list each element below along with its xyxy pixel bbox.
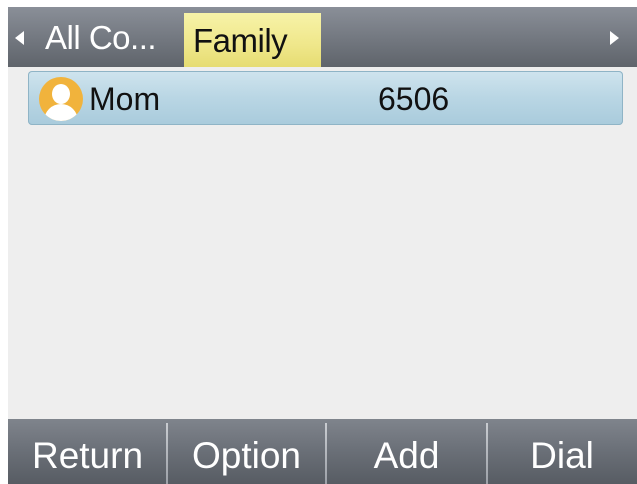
phone-screen: All Co... Family Mom 6506 Return Option … — [0, 0, 637, 484]
arrow-right-icon[interactable] — [610, 31, 619, 45]
add-button[interactable]: Add — [326, 419, 487, 484]
tab-family[interactable]: Family — [184, 13, 321, 67]
person-avatar-icon — [39, 77, 83, 121]
avatar-body-shape — [44, 104, 78, 121]
avatar-head-shape — [52, 84, 70, 104]
contact-name: Mom — [89, 81, 161, 117]
arrow-left-icon[interactable] — [15, 31, 24, 45]
return-button[interactable]: Return — [8, 419, 167, 484]
dial-button[interactable]: Dial — [487, 419, 637, 484]
option-button[interactable]: Option — [167, 419, 326, 484]
tab-all-contacts[interactable]: All Co... — [45, 7, 185, 67]
contact-number: 6506 — [378, 81, 450, 117]
